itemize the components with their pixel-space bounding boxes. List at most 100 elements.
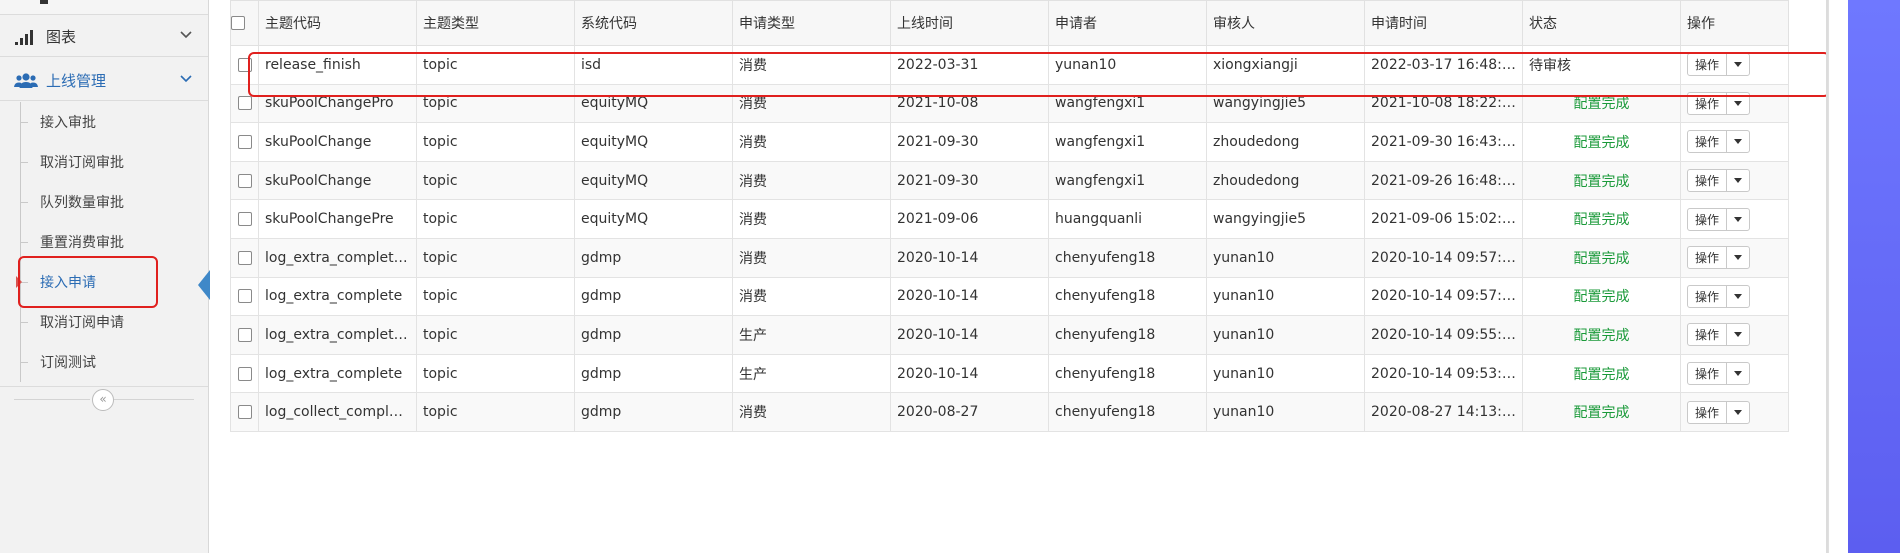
caret-down-icon[interactable] [1726, 170, 1749, 192]
row-action-dropdown[interactable]: 操作 [1687, 284, 1751, 308]
cell-reviewer: wangyingjie5 [1206, 199, 1365, 239]
cell-apply-type: 生产 [732, 315, 891, 355]
cell-actions: 操作 [1680, 276, 1789, 317]
header-applicant[interactable]: 申请者 [1048, 0, 1207, 46]
caret-down-icon[interactable] [1726, 131, 1749, 153]
sidebar-item-online-management[interactable]: 上线管理 [0, 60, 208, 101]
cell-actions: 操作 [1680, 392, 1789, 432]
cell-system-code: gdmp [574, 276, 733, 317]
row-action-button[interactable]: 操作 [1688, 286, 1726, 307]
row-checkbox[interactable] [230, 276, 259, 317]
table-row: log_extra_complete topic gdmp 消费 2020-10-14 c… [230, 276, 1789, 317]
cell-topic-code: log_extra_complete_... [258, 237, 417, 278]
sidebar-subitem-label: 队列数量审批 [40, 195, 124, 211]
cell-apply-time: 2021-09-30 16:43:30 [1364, 122, 1523, 162]
row-action-button[interactable]: 操作 [1688, 131, 1726, 152]
sidebar-item-charts[interactable]: 图表 [0, 16, 208, 57]
row-action-dropdown[interactable]: 操作 [1687, 362, 1751, 386]
row-checkbox[interactable] [230, 199, 259, 239]
row-action-button[interactable]: 操作 [1688, 170, 1726, 191]
header-apply-type[interactable]: 申请类型 [732, 0, 891, 46]
row-action-button[interactable]: 操作 [1688, 209, 1726, 230]
sidebar-subitem-label: 取消订阅审批 [40, 155, 124, 171]
row-checkbox[interactable] [230, 392, 259, 432]
sidebar-subitem-1[interactable]: 取消订阅审批 [0, 142, 208, 182]
desktop-background-strip [1848, 0, 1900, 553]
window-right-edge [1828, 0, 1849, 553]
row-action-button[interactable]: 操作 [1688, 324, 1726, 345]
row-action-dropdown[interactable]: 操作 [1687, 207, 1751, 231]
row-action-dropdown[interactable]: 操作 [1687, 400, 1751, 424]
caret-down-icon[interactable] [1726, 363, 1749, 385]
table-row: skuPoolChange topic equityMQ 消费 2021-09-30 wa… [230, 160, 1789, 201]
header-topic-type[interactable]: 主题类型 [416, 0, 575, 46]
cell-apply-time: 2021-09-06 15:02:21 [1364, 199, 1523, 239]
cell-topic-code: log_extra_complete [258, 276, 417, 317]
caret-down-icon[interactable] [1726, 208, 1749, 230]
cell-system-code: gdmp [574, 315, 733, 355]
caret-down-icon[interactable] [1726, 324, 1749, 346]
cell-apply-time: 2020-10-14 09:57:41 [1364, 237, 1523, 278]
row-checkbox[interactable] [230, 122, 259, 162]
sidebar-subitem-label: 重置消费审批 [40, 235, 124, 251]
row-action-dropdown[interactable]: 操作 [1687, 246, 1751, 270]
cell-topic-type: topic [416, 237, 575, 278]
header-status[interactable]: 状态 [1522, 0, 1681, 46]
cell-online-time: 2020-08-27 [890, 392, 1049, 432]
table-header-row: 主题代码 主题类型 系统代码 申请类型 上线时间 申请者 审核人 申请时间 状态… [230, 0, 1789, 46]
highlight-box-active-menu [18, 256, 158, 308]
header-online-time[interactable]: 上线时间 [890, 0, 1049, 46]
cell-online-time: 2021-09-30 [890, 122, 1049, 162]
sidebar-subitem-2[interactable]: 队列数量审批 [0, 182, 208, 222]
collapse-sidebar-icon[interactable]: « [92, 389, 114, 411]
cell-apply-type: 消费 [732, 237, 891, 278]
cell-topic-code: log_extra_complete [258, 353, 417, 394]
cell-apply-type: 生产 [732, 353, 891, 394]
cell-online-time: 2020-10-14 [890, 353, 1049, 394]
cell-apply-type: 消费 [732, 122, 891, 162]
caret-down-icon[interactable] [1726, 247, 1749, 269]
row-checkbox[interactable] [230, 160, 259, 201]
row-action-button[interactable]: 操作 [1688, 247, 1726, 268]
cell-applicant: chenyufeng18 [1048, 353, 1207, 394]
header-apply-time[interactable]: 申请时间 [1364, 0, 1523, 46]
sidebar-subitem-6[interactable]: 订阅测试 [0, 342, 208, 382]
cell-system-code: equityMQ [574, 122, 733, 162]
row-checkbox[interactable] [230, 237, 259, 278]
sidebar-subitem-0[interactable]: 接入审批 [0, 102, 208, 142]
caret-down-icon[interactable] [1726, 401, 1749, 423]
cell-apply-time: 2020-08-27 14:13:36 [1364, 392, 1523, 432]
row-action-dropdown[interactable]: 操作 [1687, 130, 1751, 154]
header-reviewer[interactable]: 审核人 [1206, 0, 1365, 46]
status-badge: 配置完成 [1522, 160, 1681, 201]
header-topic-code[interactable]: 主题代码 [258, 0, 417, 46]
cell-topic-type: topic [416, 392, 575, 432]
row-action-dropdown[interactable]: 操作 [1687, 323, 1751, 347]
cell-applicant: chenyufeng18 [1048, 237, 1207, 278]
cell-apply-time: 2020-10-14 09:53:31 [1364, 353, 1523, 394]
table-row: log_extra_complete_... topic gdmp 生产 2020-10… [230, 315, 1789, 355]
tree-tick-line [20, 162, 28, 163]
cell-reviewer: zhoudedong [1206, 160, 1365, 201]
row-action-button[interactable]: 操作 [1688, 402, 1726, 423]
cell-topic-code: skuPoolChange [258, 160, 417, 201]
cell-online-time: 2020-10-14 [890, 276, 1049, 317]
cell-applicant: chenyufeng18 [1048, 315, 1207, 355]
cell-reviewer: yunan10 [1206, 237, 1365, 278]
caret-down-icon[interactable] [1726, 285, 1749, 307]
row-action-dropdown[interactable]: 操作 [1687, 169, 1751, 193]
tree-tick-line [20, 122, 28, 123]
cell-reviewer: yunan10 [1206, 392, 1365, 432]
row-checkbox[interactable] [230, 353, 259, 394]
row-action-button[interactable]: 操作 [1688, 363, 1726, 384]
cell-reviewer: yunan10 [1206, 276, 1365, 317]
tree-tick-line [20, 202, 28, 203]
sidebar-subitem-5[interactable]: 取消订阅申请 [0, 302, 208, 342]
cell-topic-type: topic [416, 160, 575, 201]
cell-applicant: huangquanli [1048, 199, 1207, 239]
cell-topic-code: log_extra_complete_... [258, 315, 417, 355]
row-checkbox[interactable] [230, 315, 259, 355]
header-system-code[interactable]: 系统代码 [574, 0, 733, 46]
cell-online-time: 2021-09-30 [890, 160, 1049, 201]
select-all-checkbox[interactable] [230, 0, 259, 46]
